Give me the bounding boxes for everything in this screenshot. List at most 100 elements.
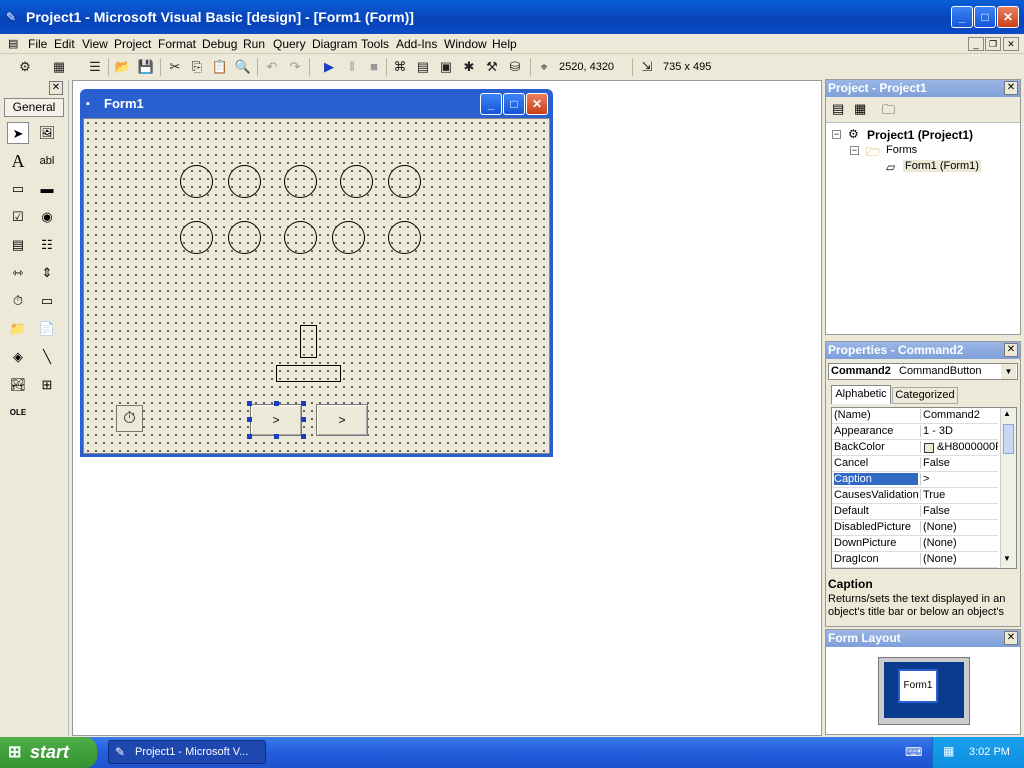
tab-categorized[interactable]: Categorized bbox=[892, 387, 958, 404]
find-icon[interactable]: 🔍 bbox=[234, 58, 252, 76]
form-maximize-button[interactable]: □ bbox=[503, 93, 525, 115]
command1-button[interactable]: > bbox=[316, 404, 368, 436]
property-row[interactable]: DownPicture (None) bbox=[832, 536, 998, 552]
paste-icon[interactable]: 📋 bbox=[211, 58, 229, 76]
property-row[interactable]: DisabledPicture (None) bbox=[832, 520, 998, 536]
properties-close-button[interactable]: ✕ bbox=[1004, 343, 1018, 357]
image-icon[interactable]: 🏞 bbox=[7, 374, 29, 396]
listbox-icon[interactable]: ☷ bbox=[36, 234, 58, 256]
form1-node[interactable]: Form1 (Form1) bbox=[903, 160, 981, 172]
network-icon[interactable]: ▦ bbox=[943, 744, 954, 758]
data-control-icon[interactable]: ⊞ bbox=[36, 374, 58, 396]
shape-circle[interactable] bbox=[228, 221, 261, 254]
timer-icon[interactable]: ⏱ bbox=[7, 290, 29, 312]
menu-view[interactable]: View bbox=[82, 37, 108, 51]
shape-icon[interactable]: ◈ bbox=[7, 346, 29, 368]
menu-project[interactable]: Project bbox=[114, 37, 151, 51]
add-project-icon[interactable]: ⚙ bbox=[16, 58, 34, 76]
property-row[interactable]: DragIcon (None) bbox=[832, 552, 998, 568]
shape-circle[interactable] bbox=[340, 165, 373, 198]
mdi-restore-button[interactable]: ❐ bbox=[985, 37, 1001, 51]
save-project-icon[interactable]: 💾 bbox=[137, 58, 155, 76]
drivelistbox-icon[interactable]: ▭ bbox=[36, 290, 58, 312]
selection-handle[interactable] bbox=[247, 417, 252, 422]
form-minimize-button[interactable]: _ bbox=[480, 93, 502, 115]
selection-handle[interactable] bbox=[274, 401, 279, 406]
object-browser-icon[interactable]: ✱ bbox=[460, 58, 478, 76]
ole-icon[interactable]: OLE bbox=[7, 402, 29, 424]
project-root-node[interactable]: Project1 (Project1) bbox=[867, 128, 973, 142]
menu-add-ins[interactable]: Add-Ins bbox=[396, 37, 437, 51]
vertical-rectangle-shape[interactable] bbox=[300, 325, 317, 358]
project-explorer-close-button[interactable]: ✕ bbox=[1004, 81, 1018, 95]
redo-icon[interactable]: ↷ bbox=[286, 58, 304, 76]
form-layout-icon[interactable]: ▣ bbox=[437, 58, 455, 76]
form-layout-close-button[interactable]: ✕ bbox=[1004, 631, 1018, 645]
mdi-close-button[interactable]: ✕ bbox=[1003, 37, 1019, 51]
minimize-button[interactable]: _ bbox=[951, 6, 973, 28]
dirlistbox-icon[interactable]: 📁 bbox=[7, 318, 29, 340]
form-designer-window[interactable]: ▪ Form1 _ □ ✕ ⏱ > > bbox=[80, 89, 553, 457]
close-button[interactable]: ✕ bbox=[997, 6, 1019, 28]
toolbox-close-button[interactable]: ✕ bbox=[49, 81, 63, 95]
property-row[interactable]: BackColor &H8000000F bbox=[832, 440, 998, 456]
horizontal-rectangle-shape[interactable] bbox=[276, 365, 341, 382]
picturebox-icon[interactable]: 🖼 bbox=[36, 122, 58, 144]
properties-window-icon[interactable]: ▤ bbox=[414, 58, 432, 76]
form-close-button[interactable]: ✕ bbox=[526, 93, 548, 115]
scroll-up-icon[interactable]: ▲ bbox=[1003, 409, 1011, 418]
chevron-down-icon[interactable]: ▼ bbox=[1001, 364, 1016, 379]
collapse-icon[interactable]: − bbox=[850, 146, 859, 155]
commandbutton-icon[interactable]: ▬ bbox=[36, 178, 58, 200]
menu-editor-icon[interactable]: ☰ bbox=[86, 58, 104, 76]
mdi-minimize-button[interactable]: _ bbox=[968, 37, 984, 51]
toolbox-tab-general[interactable]: General bbox=[4, 98, 64, 117]
mdi-doc-icon[interactable]: ▤ bbox=[8, 37, 18, 50]
open-project-icon[interactable]: 📂 bbox=[114, 58, 132, 76]
project-explorer-icon[interactable]: ⌘ bbox=[391, 58, 409, 76]
menu-file[interactable]: File bbox=[28, 37, 47, 51]
menu-query[interactable]: Query bbox=[273, 37, 306, 51]
shape-circle[interactable] bbox=[180, 165, 213, 198]
maximize-button[interactable]: □ bbox=[974, 6, 996, 28]
properties-scrollbar[interactable]: ▲ ▼ bbox=[1000, 408, 1016, 568]
pointer-icon[interactable]: ➤ bbox=[7, 122, 29, 144]
checkbox-icon[interactable]: ☑ bbox=[7, 206, 29, 228]
break-icon[interactable]: ‖ bbox=[343, 58, 361, 76]
menu-diagram[interactable]: Diagram bbox=[312, 37, 357, 51]
start-button[interactable]: ⊞ start bbox=[0, 737, 97, 768]
shape-circle[interactable] bbox=[284, 221, 317, 254]
menu-tools[interactable]: Tools bbox=[361, 37, 389, 51]
menu-edit[interactable]: Edit bbox=[54, 37, 75, 51]
object-combobox[interactable]: Command2 CommandButton ▼ bbox=[828, 363, 1018, 380]
property-row-selected[interactable]: Caption > bbox=[832, 472, 998, 488]
data-view-icon[interactable]: ⛁ bbox=[506, 58, 524, 76]
property-row[interactable]: (Name) Command2 bbox=[832, 408, 998, 424]
keyboard-icon[interactable]: ⌨ bbox=[905, 745, 922, 759]
toolbox-icon[interactable]: ⚒ bbox=[483, 58, 501, 76]
menu-debug[interactable]: Debug bbox=[202, 37, 237, 51]
undo-icon[interactable]: ↶ bbox=[263, 58, 281, 76]
tab-alphabetic[interactable]: Alphabetic bbox=[831, 385, 891, 404]
timer-control-icon[interactable]: ⏱ bbox=[116, 405, 143, 432]
filelistbox-icon[interactable]: 📄 bbox=[36, 318, 58, 340]
forms-folder-node[interactable]: Forms bbox=[886, 144, 917, 156]
shape-circle[interactable] bbox=[284, 165, 317, 198]
toggle-folders-icon[interactable]: 🗀 bbox=[882, 101, 895, 123]
frame-icon[interactable]: ▭ bbox=[7, 178, 29, 200]
optionbutton-icon[interactable]: ◉ bbox=[36, 206, 58, 228]
copy-icon[interactable]: ⎘ bbox=[188, 58, 206, 76]
selection-handle[interactable] bbox=[301, 417, 306, 422]
add-form-icon[interactable]: ▦ bbox=[50, 58, 68, 76]
menu-format[interactable]: Format bbox=[158, 37, 196, 51]
selection-handle[interactable] bbox=[274, 434, 279, 439]
shape-circle[interactable] bbox=[388, 165, 421, 198]
textbox-icon[interactable]: abl bbox=[36, 150, 58, 172]
shape-circle[interactable] bbox=[388, 221, 421, 254]
selection-handle[interactable] bbox=[247, 401, 252, 406]
property-row[interactable]: Cancel False bbox=[832, 456, 998, 472]
hscrollbar-icon[interactable]: ⇿ bbox=[7, 262, 29, 284]
shape-circle[interactable] bbox=[180, 221, 213, 254]
form-layout-preview[interactable]: Form1 bbox=[898, 669, 938, 703]
menu-help[interactable]: Help bbox=[492, 37, 517, 51]
